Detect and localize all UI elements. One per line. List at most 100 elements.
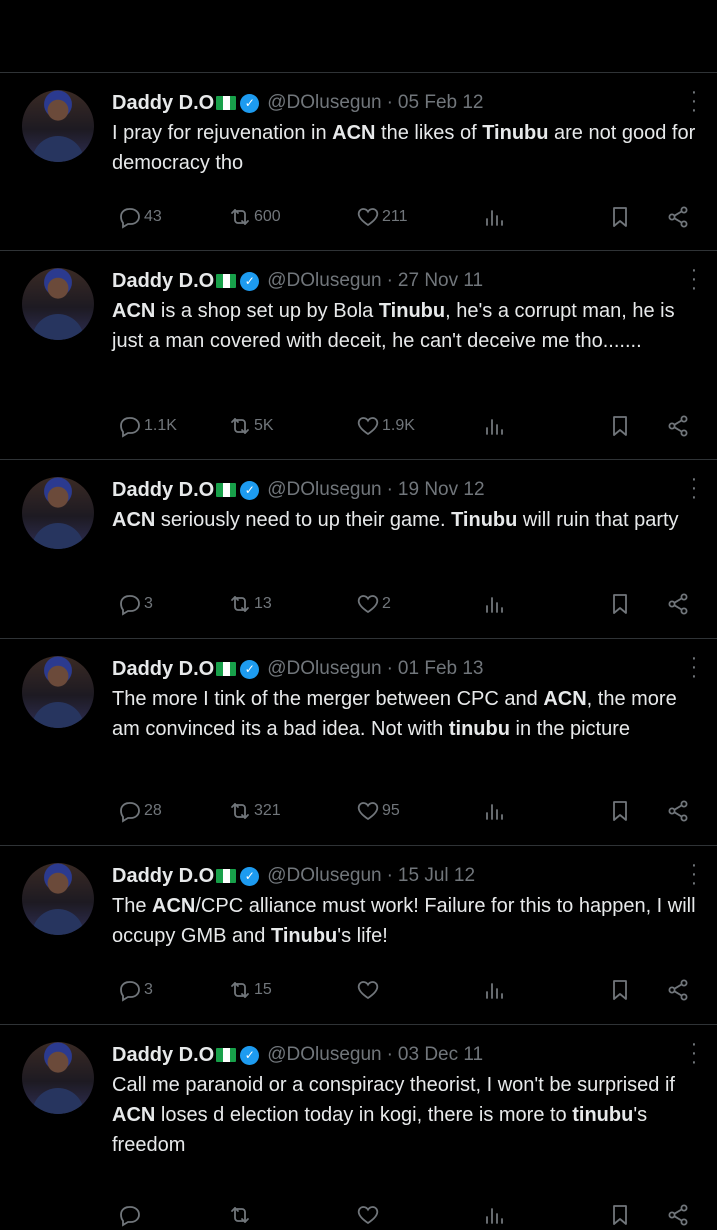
share-button[interactable] [664, 975, 690, 1005]
avatar[interactable] [22, 656, 94, 728]
author-handle[interactable]: @DOlusegun [267, 92, 381, 114]
bookmark-button[interactable] [606, 202, 632, 232]
author-name[interactable]: Daddy D.O [112, 270, 214, 293]
share-icon [666, 414, 690, 438]
bookmark-button[interactable] [606, 975, 632, 1005]
retweet-icon [228, 205, 252, 229]
author-name[interactable]: Daddy D.O [112, 658, 214, 681]
avatar[interactable] [22, 863, 94, 935]
bookmark-button[interactable] [606, 411, 632, 441]
retweet-button[interactable]: 600 [226, 202, 281, 232]
tweet-date[interactable]: 05 Feb 12 [398, 92, 484, 114]
tweet-actions: 43 600 211 [112, 202, 702, 232]
avatar[interactable] [22, 268, 94, 340]
tweet-feed: Daddy D.O ✓ @DOlusegun · 05 Feb 12 · · · I pray … [0, 0, 717, 1227]
verified-badge-icon: ✓ [240, 659, 260, 679]
reply-button[interactable]: 43 [116, 202, 162, 232]
views-button[interactable] [480, 589, 506, 619]
views-button[interactable] [480, 796, 506, 826]
like-button[interactable]: 211 [354, 202, 408, 232]
reply-button[interactable]: 3 [116, 589, 153, 619]
tweet[interactable]: Daddy D.O ✓ @DOlusegun · 01 Feb 13 · · · The mor… [0, 638, 717, 845]
bookmark-button[interactable] [606, 796, 632, 826]
share-button[interactable] [664, 202, 690, 232]
share-icon [666, 978, 690, 1002]
bookmark-button[interactable] [606, 1200, 632, 1230]
views-icon [482, 1203, 506, 1227]
tweet[interactable]: Daddy D.O ✓ @DOlusegun · 15 Jul 12 · · · The ACN… [0, 845, 717, 1024]
more-vertical-icon[interactable]: · · · [689, 260, 699, 298]
tweet-text-highlight: ACN [152, 895, 196, 917]
tweet-text-highlight: Tinubu [451, 509, 518, 531]
views-button[interactable] [480, 202, 506, 232]
tweet-text-segment: in the picture [509, 718, 631, 740]
author-name[interactable]: Daddy D.O [112, 1044, 214, 1067]
author-name[interactable]: Daddy D.O [112, 865, 214, 888]
retweet-button[interactable]: 13 [226, 589, 272, 619]
share-button[interactable] [664, 1200, 690, 1230]
retweet-button[interactable]: 15 [226, 975, 272, 1005]
author-name[interactable]: Daddy D.O [112, 479, 214, 502]
views-icon [482, 414, 506, 438]
views-icon [482, 205, 506, 229]
tweet-date[interactable]: 19 Nov 12 [398, 479, 485, 501]
tweet-text-highlight: Tinubu [378, 300, 446, 322]
views-button[interactable] [480, 411, 506, 441]
like-icon [356, 592, 380, 616]
reply-button[interactable]: 3 [116, 975, 153, 1005]
like-count: 1.9K [382, 417, 415, 434]
tweet[interactable]: Daddy D.O ✓ @DOlusegun · 03 Dec 11 · · · Call me… [0, 1024, 717, 1227]
author-handle[interactable]: @DOlusegun [267, 865, 381, 887]
like-button[interactable] [354, 975, 382, 1005]
views-button[interactable] [480, 1200, 506, 1230]
tweet-date[interactable]: 27 Nov 11 [398, 270, 483, 292]
tweet-header: Daddy D.O ✓ @DOlusegun · 05 Feb 12 [112, 88, 484, 118]
more-vertical-icon[interactable]: · · · [689, 82, 699, 120]
tweet-text-highlight: tinubu [448, 718, 510, 740]
tweet[interactable]: Daddy D.O ✓ @DOlusegun · 05 Feb 12 · · · I pray … [0, 72, 717, 250]
bookmark-icon [608, 799, 632, 823]
like-button[interactable]: 2 [354, 589, 391, 619]
tweet-date[interactable]: 01 Feb 13 [398, 658, 484, 680]
bookmark-button[interactable] [606, 589, 632, 619]
author-handle[interactable]: @DOlusegun [267, 658, 381, 680]
tweet-text-segment: Call me paranoid or a conspiracy theoris… [112, 1074, 675, 1096]
share-button[interactable] [664, 589, 690, 619]
retweet-button[interactable]: 5K [226, 411, 274, 441]
like-button[interactable]: 1.9K [354, 411, 415, 441]
author-handle[interactable]: @DOlusegun [267, 1044, 381, 1066]
tweet-date[interactable]: 15 Jul 12 [398, 865, 475, 887]
like-button[interactable] [354, 1200, 382, 1230]
verified-badge-icon: ✓ [240, 1045, 260, 1065]
tweet-text-segment: will ruin that party [517, 509, 679, 531]
avatar[interactable] [22, 477, 94, 549]
more-vertical-icon[interactable]: · · · [689, 1034, 699, 1072]
tweet[interactable]: Daddy D.O ✓ @DOlusegun · 19 Nov 12 · · · ACN ser… [0, 459, 717, 638]
tweet-text-highlight: ACN [112, 1104, 156, 1126]
header-separator: · [386, 658, 393, 679]
more-vertical-icon[interactable]: · · · [689, 648, 699, 686]
author-handle[interactable]: @DOlusegun [267, 270, 381, 292]
like-button[interactable]: 95 [354, 796, 400, 826]
views-icon [482, 978, 506, 1002]
share-button[interactable] [664, 411, 690, 441]
avatar[interactable] [22, 90, 94, 162]
more-vertical-icon[interactable]: · · · [689, 469, 699, 507]
views-button[interactable] [480, 975, 506, 1005]
retweet-icon [228, 799, 252, 823]
more-vertical-icon[interactable]: · · · [689, 855, 699, 893]
tweet[interactable]: Daddy D.O ✓ @DOlusegun · 27 Nov 11 · · · ACN is … [0, 250, 717, 459]
reply-button[interactable]: 1.1K [116, 411, 177, 441]
author-name[interactable]: Daddy D.O [112, 92, 214, 115]
reply-button[interactable] [116, 1200, 144, 1230]
retweet-button[interactable]: 321 [226, 796, 281, 826]
reply-button[interactable]: 28 [116, 796, 162, 826]
avatar[interactable] [22, 1042, 94, 1114]
share-button[interactable] [664, 796, 690, 826]
author-handle[interactable]: @DOlusegun [267, 479, 381, 501]
tweet-text-highlight: ACN [112, 300, 156, 322]
tweet-date[interactable]: 03 Dec 11 [398, 1044, 483, 1066]
tweet-text-highlight: ACN [332, 122, 376, 144]
retweet-button[interactable] [226, 1200, 254, 1230]
header-separator: · [386, 270, 393, 291]
